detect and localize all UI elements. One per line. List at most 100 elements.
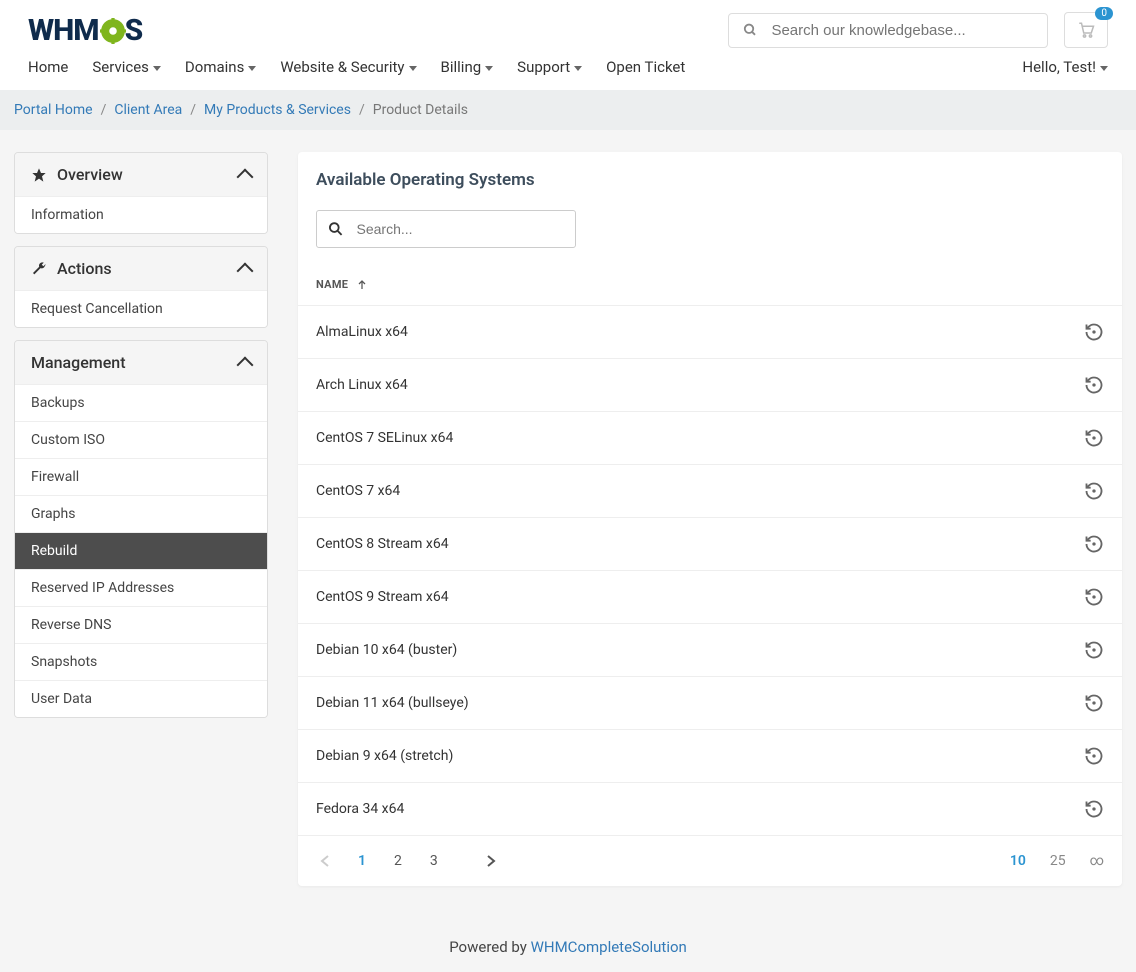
os-row: Debian 9 x64 (stretch) [298, 730, 1122, 783]
sidebar-item-information[interactable]: Information [15, 196, 267, 233]
page-2[interactable]: 2 [390, 849, 406, 873]
chevron-down-icon [485, 66, 493, 71]
breadcrumb-separator: / [190, 102, 196, 118]
page-1[interactable]: 1 [354, 849, 370, 873]
page-title: Available Operating Systems [298, 152, 1122, 210]
os-name: Debian 9 x64 (stretch) [316, 748, 453, 764]
chevron-down-icon [1100, 66, 1108, 71]
gear-icon [100, 18, 124, 42]
os-name: AlmaLinux x64 [316, 324, 408, 340]
nav-item-domains[interactable]: Domains [185, 58, 256, 76]
os-name: CentOS 8 Stream x64 [316, 536, 449, 552]
kb-search-box[interactable] [728, 13, 1048, 48]
breadcrumb-item: Product Details [373, 102, 468, 118]
sidebar-section-actions[interactable]: Actions [15, 247, 267, 290]
os-name: Arch Linux x64 [316, 377, 408, 393]
restore-icon [1084, 428, 1104, 448]
os-row: Fedora 34 x64 [298, 783, 1122, 836]
rebuild-action-button[interactable] [1084, 799, 1104, 819]
os-row: Debian 11 x64 (bullseye) [298, 677, 1122, 730]
os-row: Debian 10 x64 (buster) [298, 624, 1122, 677]
sidebar-section-management[interactable]: Management [15, 341, 267, 384]
os-name: Fedora 34 x64 [316, 801, 404, 817]
nav-label: Home [28, 58, 68, 76]
os-name: CentOS 7 x64 [316, 483, 400, 499]
kb-search-input[interactable] [771, 22, 1033, 39]
sidebar-item-reverse-dns[interactable]: Reverse DNS [15, 606, 267, 643]
restore-icon [1084, 640, 1104, 660]
os-search-box[interactable] [316, 210, 576, 248]
nav-label: Billing [441, 58, 482, 76]
sidebar-item-user-data[interactable]: User Data [15, 680, 267, 717]
os-name: CentOS 9 Stream x64 [316, 589, 449, 605]
rebuild-action-button[interactable] [1084, 375, 1104, 395]
user-greeting: Hello, Test! [1022, 58, 1096, 76]
logo-suffix: S [125, 13, 143, 48]
cart-button[interactable]: 0 [1064, 12, 1108, 48]
cart-icon [1077, 21, 1095, 39]
sidebar-item-request-cancellation[interactable]: Request Cancellation [15, 290, 267, 327]
restore-icon [1084, 693, 1104, 713]
sidebar-item-graphs[interactable]: Graphs [15, 495, 267, 532]
rebuild-action-button[interactable] [1084, 746, 1104, 766]
nav-item-services[interactable]: Services [92, 58, 161, 76]
os-row: CentOS 7 SELinux x64 [298, 412, 1122, 465]
nav-item-website-security[interactable]: Website & Security [280, 58, 416, 76]
breadcrumb-item[interactable]: Client Area [114, 102, 182, 118]
nav-item-open-ticket[interactable]: Open Ticket [606, 58, 685, 76]
pager-prev [316, 850, 334, 872]
nav-label: Domains [185, 58, 244, 76]
os-name: Debian 11 x64 (bullseye) [316, 695, 469, 711]
os-name: Debian 10 x64 (buster) [316, 642, 457, 658]
footer-link[interactable]: WHMCompleteSolution [531, 938, 687, 956]
rebuild-action-button[interactable] [1084, 693, 1104, 713]
breadcrumb-item[interactable]: Portal Home [14, 102, 93, 118]
sidebar-item-snapshots[interactable]: Snapshots [15, 643, 267, 680]
breadcrumb-separator: / [359, 102, 365, 118]
nav-item-support[interactable]: Support [517, 58, 582, 76]
sidebar-item-rebuild[interactable]: Rebuild [15, 532, 267, 569]
chevron-up-icon [237, 356, 254, 373]
breadcrumb: Portal Home / Client Area / My Products & Se… [0, 90, 1136, 130]
page-3[interactable]: 3 [426, 849, 442, 873]
footer-prefix: Powered by [449, 938, 530, 956]
os-search-input[interactable] [357, 221, 565, 237]
page-size-25[interactable]: 25 [1050, 853, 1066, 869]
sidebar-section-overview[interactable]: Overview [15, 153, 267, 196]
sidebar-section-title: Management [31, 353, 126, 372]
sidebar-item-firewall[interactable]: Firewall [15, 458, 267, 495]
rebuild-action-button[interactable] [1084, 640, 1104, 660]
chevron-up-icon [237, 262, 254, 279]
sort-asc-icon [356, 279, 368, 291]
search-icon [327, 219, 345, 239]
nav-label: Services [92, 58, 149, 76]
chevron-up-icon [237, 168, 254, 185]
rebuild-action-button[interactable] [1084, 587, 1104, 607]
restore-icon [1084, 799, 1104, 819]
breadcrumb-item[interactable]: My Products & Services [204, 102, 351, 118]
restore-icon [1084, 322, 1104, 342]
sidebar-item-custom-iso[interactable]: Custom ISO [15, 421, 267, 458]
table-header-name[interactable]: NAME [298, 264, 1122, 306]
footer: Powered by WHMCompleteSolution [0, 908, 1136, 972]
sidebar-item-backups[interactable]: Backups [15, 384, 267, 421]
nav-item-home[interactable]: Home [28, 58, 68, 76]
star-icon [31, 167, 47, 183]
rebuild-action-button[interactable] [1084, 322, 1104, 342]
page-size-∞[interactable]: ∞ [1090, 853, 1104, 869]
pager-next[interactable] [482, 850, 500, 872]
column-name-label: NAME [316, 278, 348, 291]
page-size-10[interactable]: 10 [1010, 853, 1026, 869]
rebuild-action-button[interactable] [1084, 534, 1104, 554]
os-row: Arch Linux x64 [298, 359, 1122, 412]
rebuild-action-button[interactable] [1084, 428, 1104, 448]
breadcrumb-separator: / [101, 102, 107, 118]
sidebar-item-reserved-ip-addresses[interactable]: Reserved IP Addresses [15, 569, 267, 606]
rebuild-action-button[interactable] [1084, 481, 1104, 501]
restore-icon [1084, 375, 1104, 395]
nav-item-billing[interactable]: Billing [441, 58, 494, 76]
user-menu[interactable]: Hello, Test! [1022, 58, 1108, 76]
restore-icon [1084, 481, 1104, 501]
logo[interactable]: WHM S [28, 13, 142, 48]
os-row: CentOS 9 Stream x64 [298, 571, 1122, 624]
